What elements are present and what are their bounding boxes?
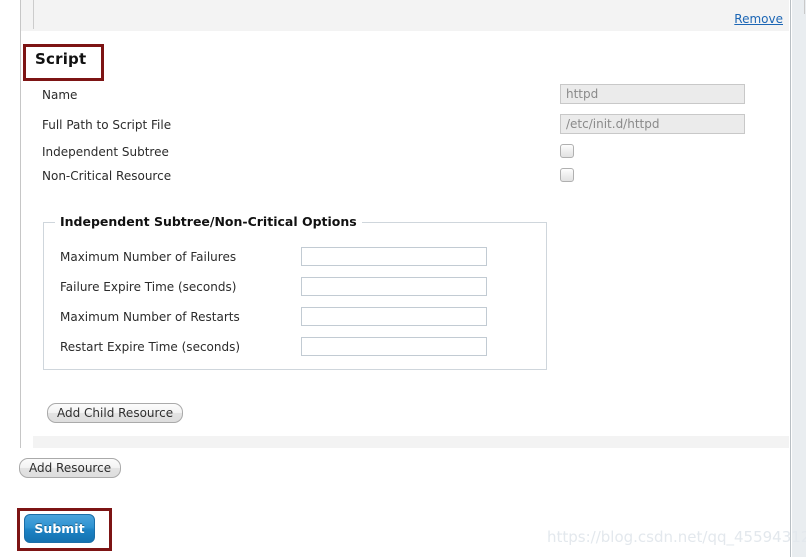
non-critical-resource-checkbox[interactable] xyxy=(560,168,574,182)
label-failure-expire-time: Failure Expire Time (seconds) xyxy=(60,280,237,294)
label-maximum-number-of-failures: Maximum Number of Failures xyxy=(60,250,237,264)
maximum-number-of-restarts-input[interactable] xyxy=(301,307,487,326)
label-independent-subtree: Independent Subtree xyxy=(42,145,169,159)
independent-subtree-checkbox[interactable] xyxy=(560,144,574,158)
add-resource-button[interactable]: Add Resource xyxy=(19,458,122,478)
inner-left-rule xyxy=(33,0,34,29)
full-path-input[interactable] xyxy=(560,114,745,134)
scrollbar-divider xyxy=(790,0,791,557)
label-name: Name xyxy=(42,88,78,102)
label-maximum-number-of-restarts: Maximum Number of Restarts xyxy=(60,310,240,324)
resource-panel-footer xyxy=(33,436,789,448)
watermark: https://blog.csdn.net/qq_45594312 xyxy=(547,528,806,546)
resource-panel-header xyxy=(21,0,805,31)
maximum-number-of-failures-input[interactable] xyxy=(301,247,487,266)
restart-expire-time-input[interactable] xyxy=(301,337,487,356)
add-child-resource-button[interactable]: Add Child Resource xyxy=(47,403,184,423)
vertical-scrollbar[interactable] xyxy=(792,0,806,557)
failure-expire-time-input[interactable] xyxy=(301,277,487,296)
name-input[interactable] xyxy=(560,84,745,104)
header-tick-mark xyxy=(804,0,805,14)
page-title: Script xyxy=(35,50,87,68)
options-fieldset-legend: Independent Subtree/Non-Critical Options xyxy=(55,214,362,229)
submit-button[interactable]: Submit xyxy=(24,514,95,543)
label-restart-expire-time: Restart Expire Time (seconds) xyxy=(60,340,241,354)
remove-resource-link[interactable]: Remove xyxy=(734,12,783,26)
label-full-path-to-script-file: Full Path to Script File xyxy=(42,118,172,132)
label-non-critical-resource: Non-Critical Resource xyxy=(42,169,172,183)
